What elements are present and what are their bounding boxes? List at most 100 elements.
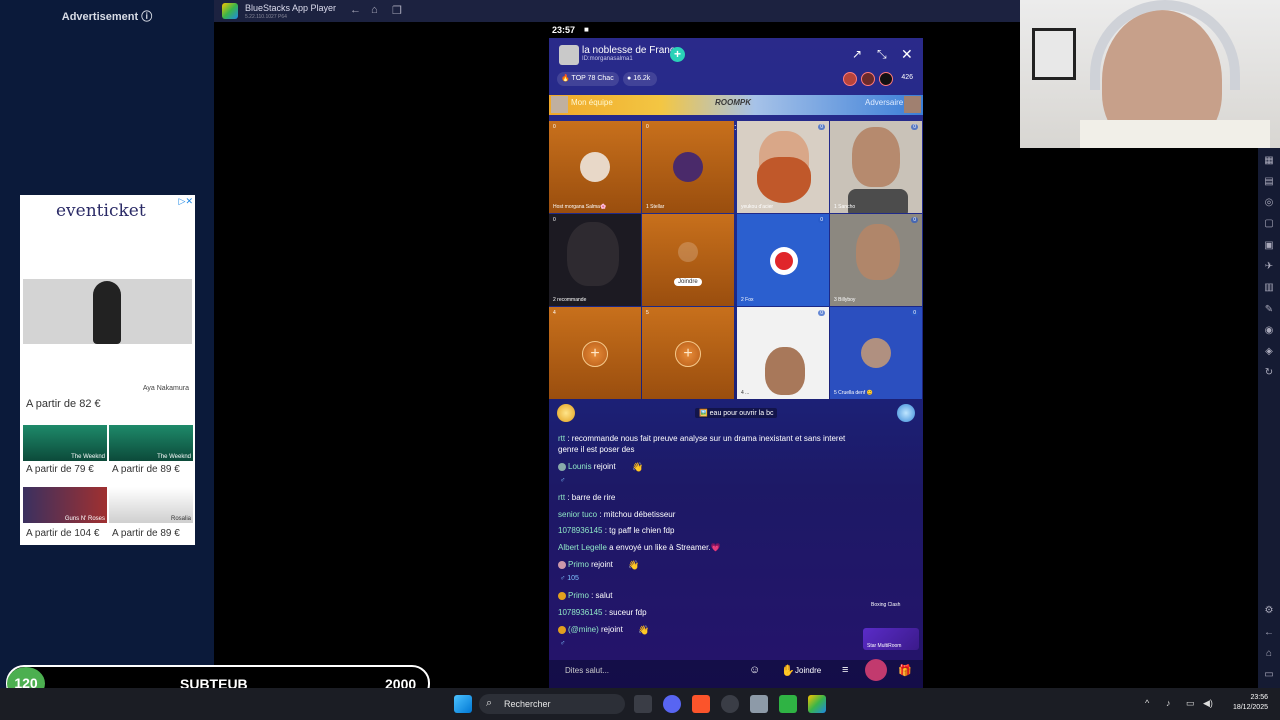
viewer-avatar[interactable] xyxy=(843,72,857,86)
male-icon: ♂ 105 xyxy=(560,575,579,582)
brave-icon[interactable] xyxy=(692,695,710,713)
task-view-icon[interactable] xyxy=(634,695,652,713)
guest-tile[interactable]: 0 1 Stellar xyxy=(642,121,734,213)
back-icon[interactable]: ← xyxy=(1263,627,1275,639)
gamepad-icon[interactable]: ▤ xyxy=(1263,176,1275,188)
eco-icon[interactable]: ✎ xyxy=(1263,304,1275,316)
ad-hero-image[interactable] xyxy=(23,279,192,344)
media-icon[interactable]: ▣ xyxy=(1263,240,1275,252)
coin-badge[interactable]: ● 16.2k xyxy=(623,72,657,86)
viewer-avatar[interactable] xyxy=(879,72,893,86)
follow-button[interactable]: + xyxy=(670,47,685,62)
chat-user[interactable]: 1078936145 xyxy=(558,608,603,617)
rank-badge-text: TOP 78 Chac xyxy=(571,75,614,82)
boxing-game-icon[interactable] xyxy=(865,659,887,681)
ad-tile[interactable]: Guns N' Roses xyxy=(23,487,107,523)
folder-icon[interactable]: ▥ xyxy=(1263,282,1275,294)
ad-tile[interactable]: Rosalia xyxy=(109,487,193,523)
guest-tile[interactable]: 0 yeukou d'acier xyxy=(737,121,829,213)
rank-badge[interactable]: 🔥 TOP 78 Chac xyxy=(557,72,619,86)
chat-user[interactable]: Primo xyxy=(568,591,589,600)
ad-hero-person xyxy=(93,281,121,344)
sync-icon[interactable]: ↻ xyxy=(1263,367,1275,379)
back-arrow-icon[interactable]: ← xyxy=(350,4,361,16)
empty-seat[interactable]: 5 + xyxy=(642,307,734,399)
ad-main-price: A partir de 82 € xyxy=(26,398,101,410)
layers-icon[interactable]: ◈ xyxy=(1263,346,1275,358)
room-id: ID:morganasalma1 xyxy=(582,56,633,62)
minimize-icon[interactable]: ⤡ xyxy=(877,47,887,62)
guest-tile[interactable]: 0 4 ... xyxy=(737,307,829,399)
guest-tile[interactable]: 0 2 recommande xyxy=(549,214,641,306)
multi-instance-icon[interactable]: ❐ xyxy=(392,4,402,17)
volume-icon[interactable]: ◀) xyxy=(1203,698,1213,709)
share-icon[interactable]: ↗ xyxy=(852,47,862,61)
guest-avatar-inner xyxy=(775,252,793,270)
join-slot[interactable]: Joindre xyxy=(642,214,734,306)
ad-tile[interactable]: The Weeknd xyxy=(23,425,107,461)
chat-user[interactable]: Primo xyxy=(568,560,589,569)
chat-user[interactable]: (@mine) xyxy=(568,625,599,634)
guest-tile[interactable]: 0 Host morgana Salma🌸 xyxy=(549,121,641,213)
windows-start-icon[interactable] xyxy=(454,695,472,713)
status-bar: 23:57 ■ xyxy=(549,22,923,38)
settings-icon[interactable] xyxy=(750,695,768,713)
ad-tile[interactable]: The Weeknd xyxy=(109,425,193,461)
tile-gift-count: 0 xyxy=(818,310,825,316)
hand-icon[interactable]: ✋ xyxy=(781,664,795,677)
taskbar-search-text[interactable]: Rechercher xyxy=(504,699,551,709)
guest-tile[interactable]: 0 2 Fox xyxy=(737,214,829,306)
gift-icon[interactable]: 🎁 xyxy=(898,664,912,677)
wave-icon[interactable]: 👋 xyxy=(638,625,649,636)
ad-close-icon[interactable]: ▷✕ xyxy=(179,196,193,207)
comment-input[interactable]: Dites salut... xyxy=(565,666,609,675)
ad-tile-caption: Guns N' Roses xyxy=(64,516,105,522)
screenshot-icon[interactable]: ◎ xyxy=(1263,197,1275,209)
menu-icon[interactable]: ≡ xyxy=(842,664,848,676)
guest-tile[interactable]: 0 5 Cruella denf 😊 xyxy=(830,307,922,399)
record-icon[interactable]: ▢ xyxy=(1263,218,1275,230)
keyboard-icon[interactable]: ▦ xyxy=(1263,155,1275,167)
join-button[interactable]: Joindre xyxy=(795,666,821,675)
add-seat-icon[interactable]: + xyxy=(582,341,608,367)
close-icon[interactable]: ✕ xyxy=(901,46,913,63)
guest-tile[interactable]: 0 1 Sancho xyxy=(830,121,922,213)
home-small-icon[interactable]: ⌂ xyxy=(1263,648,1275,660)
viewer-avatar[interactable] xyxy=(861,72,875,86)
viewer-count[interactable]: 426 xyxy=(901,74,913,81)
home-icon[interactable]: ⌂ xyxy=(371,4,378,16)
room-avatar[interactable] xyxy=(559,45,579,65)
network-icon[interactable]: ▭ xyxy=(1186,698,1195,709)
banner-text[interactable]: 🖼️ eau pour ouvrir la bc xyxy=(695,408,778,418)
boxing-clash-promo[interactable]: Boxing Clash xyxy=(871,602,900,608)
empty-seat[interactable]: 4 + xyxy=(549,307,641,399)
airplane-icon[interactable]: ✈ xyxy=(1263,261,1275,273)
settings-bubble-icon[interactable] xyxy=(897,404,915,422)
wave-icon[interactable]: 👋 xyxy=(628,560,639,571)
join-slot-button[interactable]: Joindre xyxy=(674,278,702,286)
taskbar-search[interactable] xyxy=(479,694,625,714)
chat-user[interactable]: Albert Legelle xyxy=(558,543,607,552)
obs-icon[interactable] xyxy=(721,695,739,713)
ad-card[interactable]: eventicket ▷✕ Aya Nakamura A partir de 8… xyxy=(20,195,195,545)
wave-icon[interactable]: 👋 xyxy=(632,462,643,473)
ad-brand-logo: eventicket xyxy=(56,201,146,221)
tiktok-live-phone: 23:57 ■ la noblesse de France ID:morgana… xyxy=(549,22,923,688)
chat-user[interactable]: senior tuco xyxy=(558,510,597,519)
discord-icon[interactable] xyxy=(663,695,681,713)
spreadsheet-icon[interactable] xyxy=(779,695,797,713)
tray-arrow-icon[interactable]: ^ xyxy=(1145,698,1149,708)
room-name[interactable]: la noblesse de France xyxy=(582,45,680,56)
settings-gear-icon[interactable]: ⚙ xyxy=(1263,605,1275,617)
guest-tile[interactable]: 0 3 Billyboy xyxy=(830,214,922,306)
bluestacks-taskbar-icon[interactable] xyxy=(808,695,826,713)
gift-coin-icon[interactable] xyxy=(557,404,575,422)
recent-apps-icon[interactable]: ▭ xyxy=(1263,669,1275,681)
taskbar-clock[interactable]: 23:56 18/12/2025 xyxy=(1233,693,1268,713)
chat-user[interactable]: 1078936145 xyxy=(558,526,603,535)
add-seat-icon[interactable]: + xyxy=(675,341,701,367)
microphone-icon[interactable]: ♪ xyxy=(1166,698,1171,708)
location-icon[interactable]: ◉ xyxy=(1263,325,1275,337)
emoji-icon[interactable]: ☺ xyxy=(749,664,760,676)
chat-user[interactable]: Lounis xyxy=(568,462,592,471)
